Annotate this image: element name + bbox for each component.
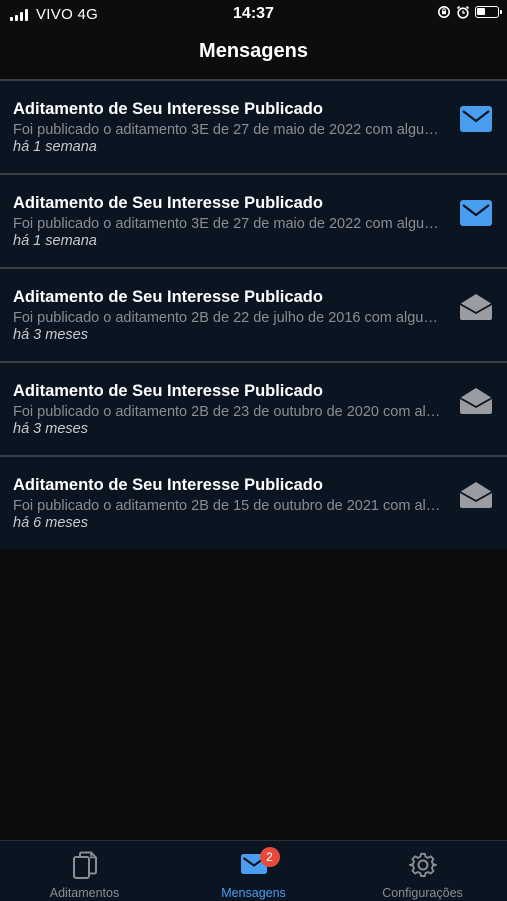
message-row[interactable]: Aditamento de Seu Interesse Publicado Fo…: [0, 363, 507, 457]
message-title: Aditamento de Seu Interesse Publicado: [13, 100, 323, 118]
envelope-closed-icon: [460, 200, 492, 226]
message-title: Aditamento de Seu Interesse Publicado: [13, 476, 323, 494]
alarm-icon: [456, 5, 470, 19]
status-bar: VIVO 4G 14:37: [0, 0, 507, 30]
message-time: há 1 semana: [13, 139, 97, 155]
gear-icon: [408, 852, 437, 878]
message-title: Aditamento de Seu Interesse Publicado: [13, 382, 323, 400]
message-time: há 6 meses: [13, 515, 88, 531]
message-row[interactable]: Aditamento de Seu Interesse Publicado Fo…: [0, 457, 507, 549]
envelope-closed-icon: [460, 106, 492, 132]
message-row[interactable]: Aditamento de Seu Interesse Publicado Fo…: [0, 175, 507, 269]
tab-mensagens[interactable]: 2 Mensagens: [169, 841, 338, 901]
message-row[interactable]: Aditamento de Seu Interesse Publicado Fo…: [0, 269, 507, 363]
status-time: 14:37: [233, 5, 274, 22]
message-row[interactable]: Aditamento de Seu Interesse Publicado Fo…: [0, 81, 507, 175]
battery-icon: [475, 6, 502, 18]
message-title: Aditamento de Seu Interesse Publicado: [13, 194, 323, 212]
message-preview: Foi publicado o aditamento 2B de 15 de o…: [13, 498, 443, 514]
tab-bar: Aditamentos 2 Mensagens Configurações: [0, 840, 507, 901]
tab-configuracoes[interactable]: Configurações: [338, 841, 507, 901]
message-preview: Foi publicado o aditamento 2B de 23 de o…: [13, 404, 443, 420]
system-icons: [437, 5, 502, 19]
message-time: há 3 meses: [13, 421, 88, 437]
envelope-open-icon: [459, 294, 493, 320]
message-list: Aditamento de Seu Interesse Publicado Fo…: [0, 81, 507, 549]
message-preview: Foi publicado o aditamento 2B de 22 de j…: [13, 310, 443, 326]
message-time: há 3 meses: [13, 327, 88, 343]
page-title: Mensagens: [199, 40, 308, 62]
envelope-open-icon: [459, 482, 493, 508]
rotation-lock-icon: [438, 6, 450, 18]
unread-badge: 2: [259, 847, 280, 867]
message-title: Aditamento de Seu Interesse Publicado: [13, 288, 323, 306]
tab-label: Configurações: [382, 886, 463, 900]
envelope-open-icon: [459, 388, 493, 414]
tab-icon-wrap: 2: [240, 847, 280, 875]
message-preview: Foi publicado o aditamento 3E de 27 de m…: [13, 122, 443, 138]
documents-icon: [72, 851, 97, 879]
tab-label: Mensagens: [221, 886, 286, 900]
message-preview: Foi publicado o aditamento 3E de 27 de m…: [13, 216, 443, 232]
tab-aditamentos[interactable]: Aditamentos: [0, 841, 169, 901]
tab-label: Aditamentos: [49, 886, 120, 900]
message-time: há 1 semana: [13, 233, 97, 249]
